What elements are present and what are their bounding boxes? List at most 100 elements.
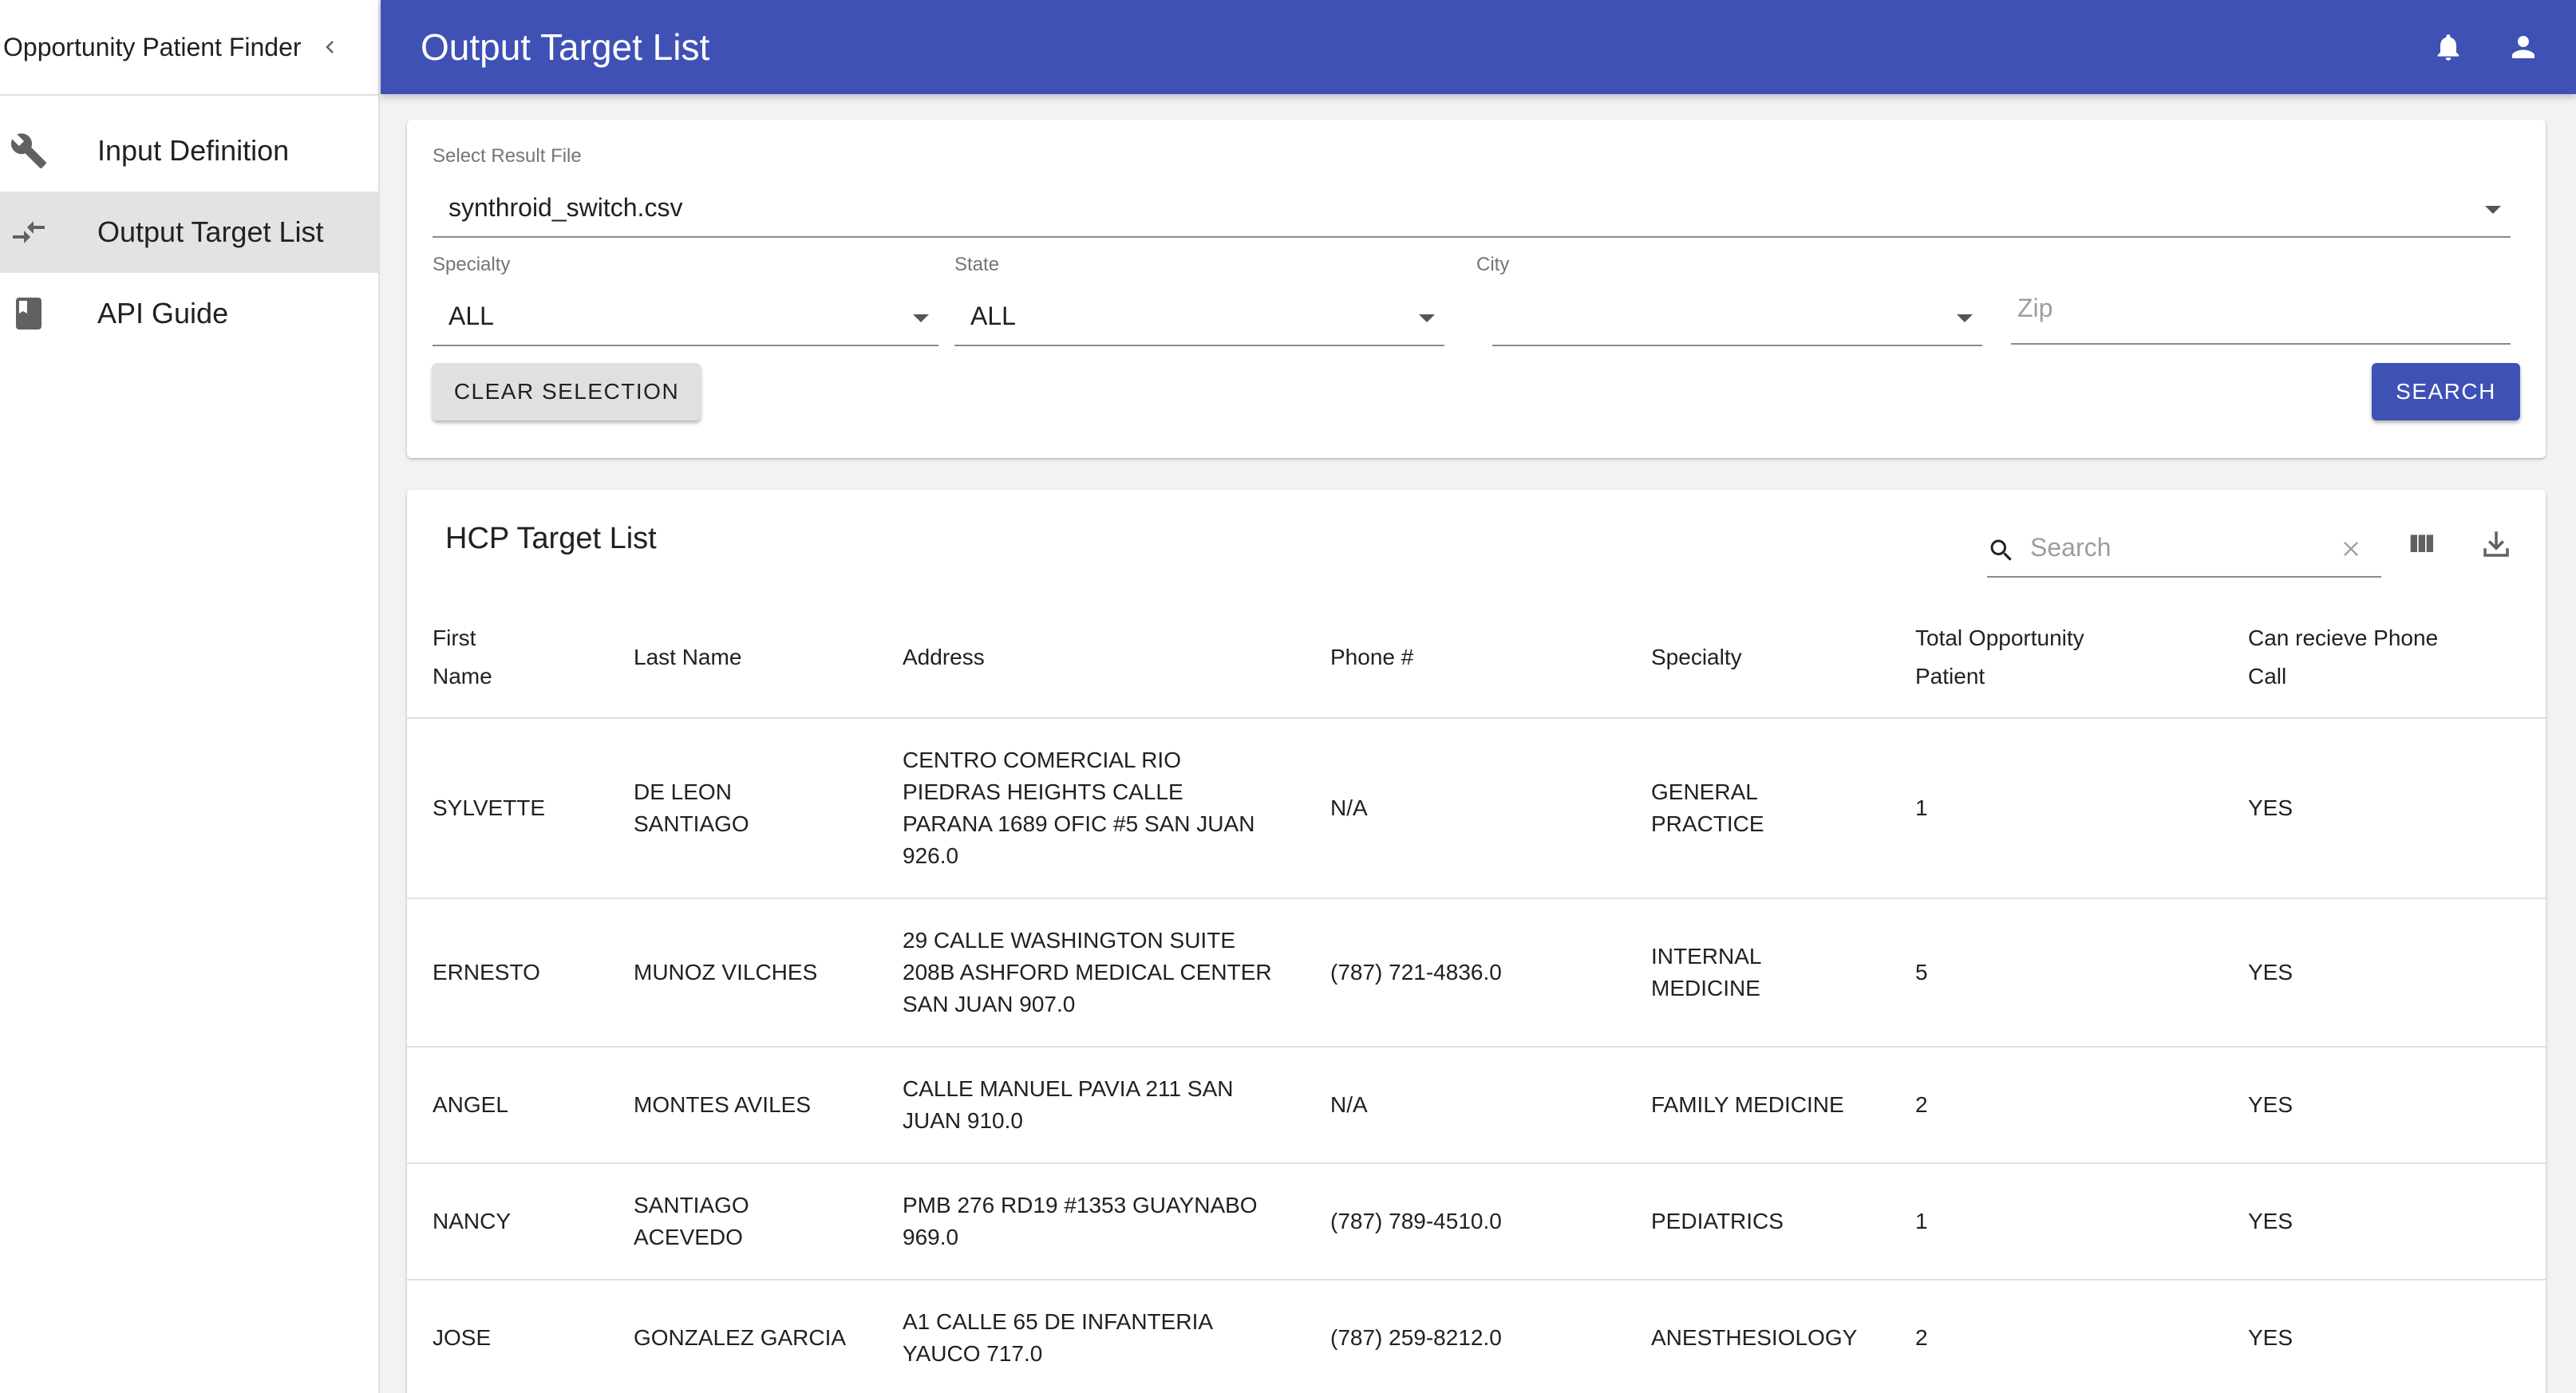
state-label: State <box>954 254 1000 275</box>
city-underline <box>1492 345 1982 346</box>
cell-first-name: ERNESTO <box>407 898 608 1048</box>
app-title: Opportunity Patient Finder <box>3 32 302 61</box>
zip-field[interactable]: Zip <box>2011 290 2511 346</box>
cell-can-receive-call: YES <box>2222 718 2546 899</box>
search-icon <box>1987 536 2016 569</box>
sidebar: Opportunity Patient Finder Input Definit… <box>0 0 380 1393</box>
bell-icon <box>2437 34 2459 61</box>
cell-last-name: MONTES AVILES <box>608 1047 877 1164</box>
book-icon <box>0 294 97 333</box>
download-button[interactable] <box>2474 522 2519 566</box>
collapse-sidebar-button[interactable] <box>316 33 345 61</box>
cell-last-name: SANTIAGO ACEVEDO <box>608 1163 877 1281</box>
chevron-left-icon <box>325 41 334 53</box>
cell-phone: N/A <box>1305 1047 1626 1164</box>
table-row[interactable]: ANGEL MONTES AVILES CALLE MANUEL PAVIA 2… <box>407 1047 2546 1164</box>
cell-address: CALLE MANUEL PAVIA 211 SAN JUAN 910.0 <box>877 1047 1305 1164</box>
cell-can-receive-call: YES <box>2222 1047 2546 1164</box>
table-header-row: First Name Last Name Address Phone # Spe… <box>407 597 2546 719</box>
table-row[interactable]: ERNESTO MUNOZ VILCHES 29 CALLE WASHINGTO… <box>407 898 2546 1048</box>
column-header-can-receive-phone-call[interactable]: Can recieve Phone Call <box>2222 597 2546 719</box>
cell-first-name: SYLVETTE <box>407 718 608 899</box>
cell-specialty: GENERAL PRACTICE <box>1626 718 1890 899</box>
search-button[interactable]: SEARCH <box>2372 363 2520 420</box>
account-icon <box>2512 36 2535 58</box>
column-header-first-name[interactable]: First Name <box>407 597 608 719</box>
cell-first-name: NANCY <box>407 1163 608 1281</box>
state-select[interactable]: ALL <box>954 290 1444 346</box>
table-row[interactable]: JOSE GONZALEZ GARCIA A1 CALLE 65 DE INFA… <box>407 1280 2546 1393</box>
cell-total-opportunity: 2 <box>1890 1280 2222 1393</box>
chevron-down-icon <box>1419 314 1435 322</box>
sidebar-nav: Input Definition Output Target List API … <box>0 110 378 354</box>
zip-placeholder: Zip <box>2017 294 2053 322</box>
account-button[interactable] <box>2498 22 2549 73</box>
cell-phone: (787) 259-8212.0 <box>1305 1280 1626 1393</box>
chevron-down-icon <box>1957 314 1973 322</box>
sidebar-item-output-target-list[interactable]: Output Target List <box>0 191 378 273</box>
specialty-value: ALL <box>448 302 494 330</box>
sidebar-item-api-guide[interactable]: API Guide <box>0 273 378 354</box>
cell-can-receive-call: YES <box>2222 1163 2546 1281</box>
specialty-underline <box>433 345 938 346</box>
result-file-select[interactable]: synthroid_switch.csv <box>433 183 2511 239</box>
result-file-value: synthroid_switch.csv <box>448 193 683 222</box>
specialty-select[interactable]: ALL <box>433 290 938 346</box>
cell-last-name: DE LEON SANTIAGO <box>608 718 877 899</box>
column-header-phone[interactable]: Phone # <box>1305 597 1626 719</box>
sidebar-item-label: Input Definition <box>97 134 290 167</box>
app-bar-actions <box>2399 22 2549 73</box>
hcp-target-list-card: HCP Target List First Name Last Name Add… <box>407 490 2546 1393</box>
cell-first-name: ANGEL <box>407 1047 608 1164</box>
result-file-label: Select Result File <box>433 145 582 167</box>
cell-specialty: FAMILY MEDICINE <box>1626 1047 1890 1164</box>
cell-specialty: ANESTHESIOLOGY <box>1626 1280 1890 1393</box>
cell-can-receive-call: YES <box>2222 898 2546 1048</box>
cell-address: PMB 276 RD19 #1353 GUAYNABO 969.0 <box>877 1163 1305 1281</box>
filter-card: Select Result File synthroid_switch.csv … <box>407 120 2546 458</box>
table-search <box>1987 519 2381 578</box>
notifications-button[interactable] <box>2423 22 2474 73</box>
cell-total-opportunity: 2 <box>1890 1047 2222 1164</box>
download-icon <box>2483 531 2509 557</box>
view-columns-icon <box>2410 535 2433 552</box>
cell-phone: (787) 721-4836.0 <box>1305 898 1626 1048</box>
table-row[interactable]: NANCY SANTIAGO ACEVEDO PMB 276 RD19 #135… <box>407 1163 2546 1281</box>
table-row[interactable]: SYLVETTE DE LEON SANTIAGO CENTRO COMERCI… <box>407 718 2546 899</box>
city-select[interactable] <box>1492 290 1982 346</box>
chevron-down-icon <box>913 314 929 322</box>
state-underline <box>954 345 1444 346</box>
cell-specialty: PEDIATRICS <box>1626 1163 1890 1281</box>
wrench-icon <box>0 132 97 170</box>
cell-specialty: INTERNAL MEDICINE <box>1626 898 1890 1048</box>
page-title: Output Target List <box>421 26 710 68</box>
zip-underline <box>2011 343 2511 345</box>
table-title: HCP Target List <box>445 522 657 555</box>
cell-first-name: JOSE <box>407 1280 608 1393</box>
state-value: ALL <box>970 302 1016 330</box>
sidebar-item-label: API Guide <box>97 297 229 330</box>
clear-selection-button[interactable]: CLEAR SELECTION <box>433 363 701 420</box>
specialty-label: Specialty <box>433 254 511 275</box>
cell-address: A1 CALLE 65 DE INFANTERIA YAUCO 717.0 <box>877 1280 1305 1393</box>
column-header-address[interactable]: Address <box>877 597 1305 719</box>
cell-address: 29 CALLE WASHINGTON SUITE 208B ASHFORD M… <box>877 898 1305 1048</box>
table-search-input[interactable] <box>2030 530 2317 565</box>
cell-total-opportunity: 1 <box>1890 718 2222 899</box>
result-file-underline <box>433 236 2511 238</box>
column-header-last-name[interactable]: Last Name <box>608 597 877 719</box>
cell-last-name: MUNOZ VILCHES <box>608 898 877 1048</box>
hcp-table: First Name Last Name Address Phone # Spe… <box>407 597 2546 1393</box>
view-columns-button[interactable] <box>2399 522 2444 566</box>
sidebar-item-input-definition[interactable]: Input Definition <box>0 110 378 191</box>
city-label: City <box>1476 254 1510 275</box>
sidebar-header: Opportunity Patient Finder <box>0 0 378 96</box>
compare-arrows-icon <box>0 213 97 251</box>
column-header-specialty[interactable]: Specialty <box>1626 597 1890 719</box>
sidebar-item-label: Output Target List <box>97 215 324 248</box>
clear-search-icon[interactable] <box>2340 538 2362 564</box>
cell-address: CENTRO COMERCIAL RIO PIEDRAS HEIGHTS CAL… <box>877 718 1305 899</box>
cell-can-receive-call: YES <box>2222 1280 2546 1393</box>
app-bar: Output Target List <box>381 0 2576 94</box>
column-header-total-opportunity-patient[interactable]: Total Opportunity Patient <box>1890 597 2222 719</box>
